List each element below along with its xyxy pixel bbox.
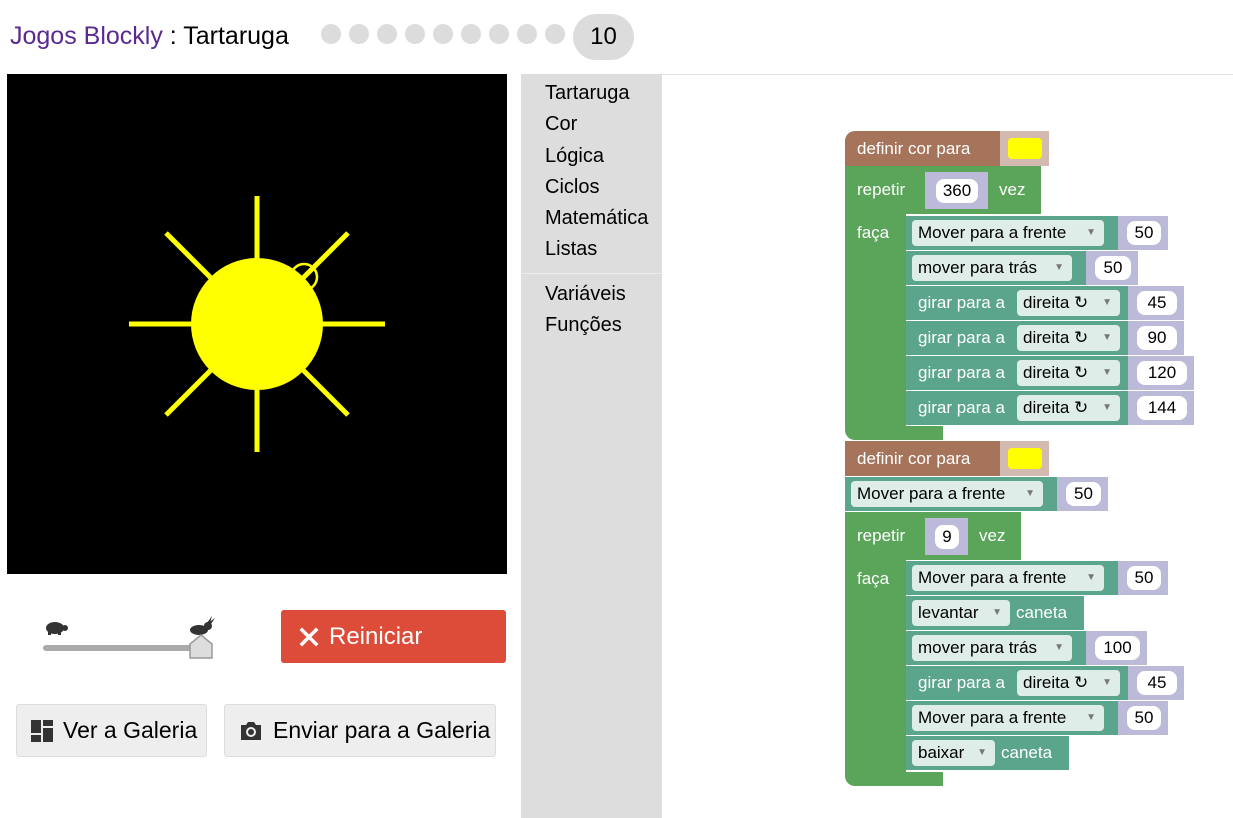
slider-knob[interactable] [188,634,214,660]
toolbox-category-matematica[interactable]: Matemática [545,207,648,230]
repeat-label: repetir [857,180,906,199]
slider-track[interactable] [43,645,201,651]
level-dot[interactable] [321,24,341,44]
submit-gallery-button[interactable]: Enviar para a Galeria [224,704,496,757]
color-swatch[interactable] [1008,448,1042,469]
submit-gallery-label: Enviar para a Galeria [273,717,491,743]
turn-label: girar para a [918,328,1005,347]
repeat-times-field[interactable]: 360 [936,179,978,203]
workspace-border [662,74,1233,75]
move-direction-dropdown[interactable]: Mover para a frente ▼ [912,705,1104,731]
angle-field[interactable]: 45 [1137,671,1177,695]
page-title: Jogos Blockly : Tartaruga [10,20,289,52]
repeat-block-spine: faça [845,214,906,426]
times-label: vez [999,180,1026,199]
set-color-label: definir cor para [857,449,971,468]
level-selector [321,24,565,44]
distance-field[interactable]: 50 [1127,221,1161,245]
blockly-toolbox: Tartaruga Cor Lógica Ciclos Matemática L… [521,74,662,818]
angle-field[interactable]: 90 [1137,326,1177,350]
gallery-icon [31,719,53,742]
turn-label: girar para a [918,398,1005,417]
do-label: faça [857,223,890,242]
pen-state-dropdown[interactable]: baixar ▼ [912,740,995,766]
app-title-link[interactable]: Jogos Blockly [10,22,163,50]
toolbox-category-funcoes[interactable]: Funções [545,314,622,337]
distance-field[interactable]: 50 [1127,566,1161,590]
reset-button[interactable]: Reiniciar [281,610,506,663]
gallery-button[interactable]: Ver a Galeria [16,704,207,757]
current-level[interactable]: 10 [573,14,634,60]
pen-label: caneta [1001,743,1053,762]
level-dot[interactable] [377,24,397,44]
toolbox-category-cor[interactable]: Cor [545,113,577,136]
angle-field[interactable]: 120 [1137,361,1187,385]
set-color-block[interactable]: definir cor para [845,131,1003,166]
reset-label: Reiniciar [329,622,423,650]
angle-field[interactable]: 45 [1137,291,1177,315]
toolbox-category-tartaruga[interactable]: Tartaruga [545,82,630,105]
speed-slider[interactable] [40,616,220,666]
repeat-label: repetir [857,526,906,545]
do-label: faça [857,569,890,588]
set-color-label: definir cor para [857,139,971,158]
gallery-label: Ver a Galeria [63,717,198,743]
move-direction-dropdown[interactable]: Mover para a frente ▼ [851,481,1043,507]
pen-state-dropdown[interactable]: levantar ▼ [912,600,1010,626]
title-separator: : [162,22,184,50]
level-dot[interactable] [545,24,565,44]
toolbox-category-ciclos[interactable]: Ciclos [545,176,599,199]
turn-label: girar para a [918,293,1005,312]
set-color-block[interactable]: definir cor para [845,441,1003,476]
level-dot[interactable] [461,24,481,44]
angle-field[interactable]: 144 [1137,396,1187,420]
repeat-block-spine: faça [845,560,906,772]
turn-direction-dropdown[interactable]: direita ↻ ▼ [1017,325,1120,351]
level-dot[interactable] [349,24,369,44]
move-direction-dropdown[interactable]: mover para trás ▼ [912,635,1072,661]
move-direction-dropdown[interactable]: Mover para a frente ▼ [912,565,1104,591]
toolbox-category-listas[interactable]: Listas [545,238,597,261]
turn-direction-dropdown[interactable]: direita ↻ ▼ [1017,290,1120,316]
turn-label: girar para a [918,363,1005,382]
level-dot[interactable] [517,24,537,44]
distance-field[interactable]: 50 [1095,256,1131,280]
level-dot[interactable] [489,24,509,44]
level-dot[interactable] [433,24,453,44]
color-swatch[interactable] [1008,138,1042,159]
turn-direction-dropdown[interactable]: direita ↻ ▼ [1017,670,1120,696]
toolbox-separator [521,273,662,274]
distance-field[interactable]: 100 [1095,636,1140,660]
close-icon [299,627,319,646]
distance-field[interactable]: 50 [1066,482,1101,506]
turn-label: girar para a [918,673,1005,692]
repeat-block-bottom [845,426,943,440]
repeat-times-field[interactable]: 9 [935,525,959,549]
toolbox-category-variaveis[interactable]: Variáveis [545,283,626,306]
toolbox-category-logica[interactable]: Lógica [545,145,604,168]
camera-icon [241,721,261,740]
distance-field[interactable]: 50 [1127,706,1161,730]
sun-drawing [129,196,385,452]
slow-turtle-icon [46,622,68,635]
turtle-canvas [7,74,507,574]
times-label: vez [979,526,1006,545]
turn-direction-dropdown[interactable]: direita ↻ ▼ [1017,360,1120,386]
move-direction-dropdown[interactable]: Mover para a frente ▼ [912,220,1104,246]
repeat-block-bottom [845,772,943,786]
level-dot[interactable] [405,24,425,44]
pen-label: caneta [1016,603,1068,622]
game-name: Tartaruga [183,22,289,50]
turn-direction-dropdown[interactable]: direita ↻ ▼ [1017,395,1120,421]
move-direction-dropdown[interactable]: mover para trás ▼ [912,255,1072,281]
